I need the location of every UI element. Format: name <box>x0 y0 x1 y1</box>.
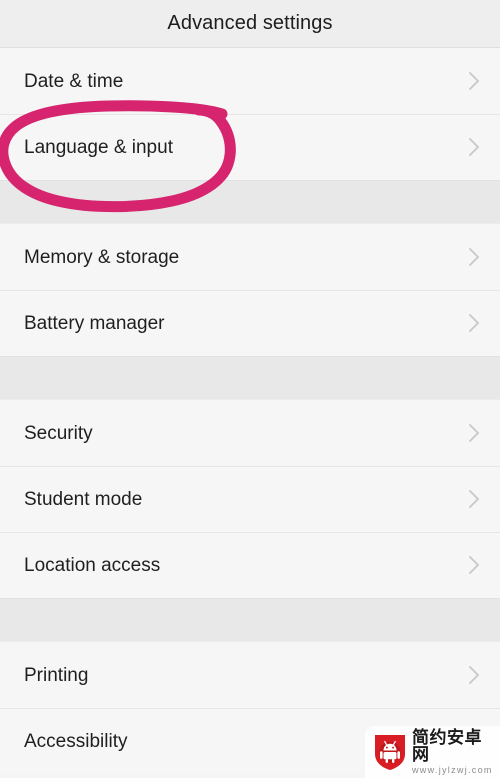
watermark: 简约安卓网 www.jylzwj.com <box>365 726 500 778</box>
chevron-right-icon <box>469 556 479 574</box>
settings-row[interactable]: Date & time <box>0 48 500 114</box>
settings-row-label: Memory & storage <box>24 246 180 268</box>
chevron-right-icon <box>469 314 479 332</box>
settings-row[interactable]: Memory & storage <box>0 224 500 290</box>
settings-row-label: Security <box>24 422 93 444</box>
android-shield-icon <box>375 735 405 770</box>
settings-row[interactable]: Printing <box>0 642 500 708</box>
watermark-site-url: www.jylzwj.com <box>412 765 493 775</box>
settings-row[interactable]: Student mode <box>0 466 500 532</box>
chevron-right-icon <box>469 138 479 156</box>
settings-list: Date & time Language & input Memory & stor… <box>0 48 500 774</box>
settings-section: Security Student mode Location access <box>0 400 500 598</box>
settings-row[interactable]: Language & input <box>0 114 500 180</box>
chevron-right-icon <box>469 248 479 266</box>
settings-row-label: Battery manager <box>24 312 165 334</box>
section-divider <box>0 180 500 224</box>
watermark-text: 简约安卓网 www.jylzwj.com <box>412 729 496 775</box>
section-divider <box>0 356 500 400</box>
settings-row[interactable]: Security <box>0 400 500 466</box>
settings-row-label: Language & input <box>24 136 173 158</box>
settings-row[interactable]: Location access <box>0 532 500 598</box>
chevron-right-icon <box>469 490 479 508</box>
settings-row-label: Location access <box>24 554 161 576</box>
watermark-site-name: 简约安卓网 <box>412 728 482 764</box>
page-title: Advanced settings <box>167 12 333 34</box>
settings-section: Date & time Language & input <box>0 48 500 180</box>
chevron-right-icon <box>469 666 479 684</box>
settings-row-label: Date & time <box>24 70 124 92</box>
chevron-right-icon <box>469 72 479 90</box>
chevron-right-icon <box>469 424 479 442</box>
settings-row[interactable]: Battery manager <box>0 290 500 356</box>
app-header: Advanced settings <box>0 0 500 48</box>
settings-screen: Advanced settings Date & time Language & … <box>0 0 500 778</box>
settings-row-label: Student mode <box>24 488 143 510</box>
settings-section: Memory & storage Battery manager <box>0 224 500 356</box>
settings-row-label: Printing <box>24 664 89 686</box>
section-divider <box>0 598 500 642</box>
